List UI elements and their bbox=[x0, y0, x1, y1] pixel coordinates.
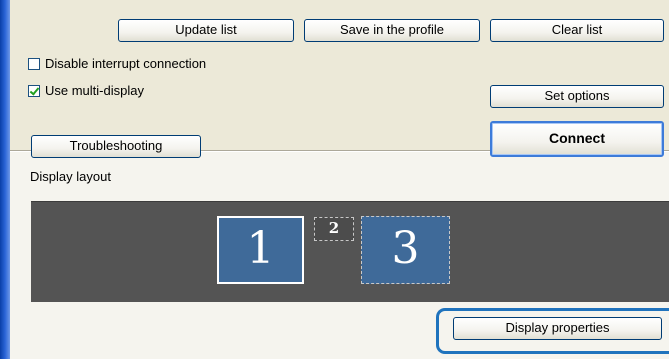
checkbox-box[interactable] bbox=[28, 84, 40, 97]
clear-list-button[interactable]: Clear list bbox=[490, 19, 664, 42]
display-properties-button[interactable]: Display properties bbox=[453, 317, 662, 340]
troubleshooting-button[interactable]: Troubleshooting bbox=[31, 135, 201, 158]
save-profile-button[interactable]: Save in the profile bbox=[304, 19, 480, 42]
window-border bbox=[0, 0, 10, 359]
checkbox-box[interactable] bbox=[28, 57, 40, 70]
monitor-1[interactable]: 1 bbox=[217, 216, 304, 284]
set-options-button[interactable]: Set options bbox=[490, 85, 664, 108]
monitor-3[interactable]: 3 bbox=[361, 216, 450, 284]
display-layout-title: Display layout bbox=[30, 169, 111, 184]
connect-button[interactable]: Connect bbox=[490, 121, 664, 157]
disable-interrupt-label: Disable interrupt connection bbox=[45, 56, 207, 71]
update-list-button[interactable]: Update list bbox=[118, 19, 294, 42]
disable-interrupt-checkbox[interactable]: Disable interrupt connection bbox=[28, 56, 206, 71]
use-multi-display-checkbox[interactable]: Use multi-display bbox=[28, 83, 144, 98]
use-multi-display-label: Use multi-display bbox=[45, 83, 144, 98]
display-layout-canvas[interactable]: 1 2 3 bbox=[31, 201, 669, 302]
monitor-2[interactable]: 2 bbox=[314, 217, 354, 241]
